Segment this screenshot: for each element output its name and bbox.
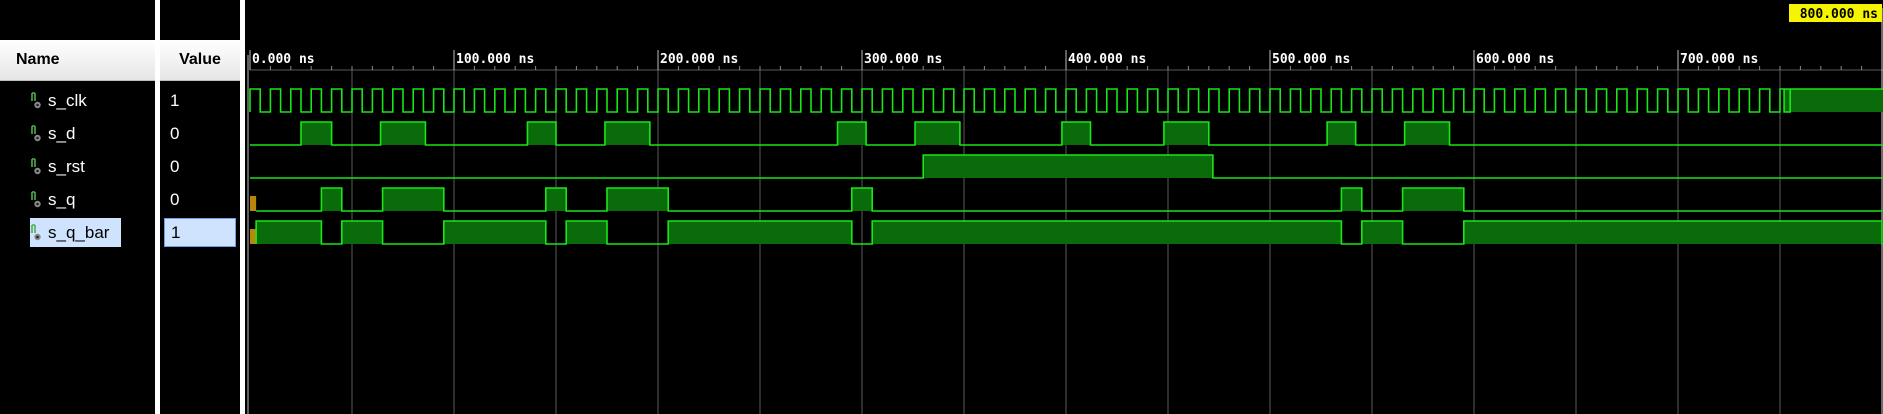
- signal-name-label: s_clk: [48, 91, 87, 110]
- waveform-panel[interactable]: 0.000 ns 100.000 ns 200.000 ns 300.000 ns 40…: [245, 0, 1883, 414]
- signal-name-cell[interactable]: s_d: [30, 117, 75, 150]
- signal-s_d-high-fill: [1061, 122, 1091, 145]
- signal-s_d-high-fill: [1404, 122, 1450, 145]
- signal-s_d-high-fill: [915, 122, 960, 145]
- signal-bit-icon: [31, 91, 41, 108]
- signal-value: 0: [170, 124, 180, 143]
- timeline-tick-label: 500.000 ns: [1272, 52, 1350, 67]
- signal-name-label: s_d: [48, 124, 76, 143]
- signal-bit-icon: [31, 190, 41, 207]
- timeline-tick-label: 0.000 ns: [252, 52, 315, 67]
- signal-s_q_bar-high-fill: [566, 221, 607, 244]
- signal-s_rst-high-fill: [923, 155, 1213, 178]
- value-row-s_clk[interactable]: 1: [160, 84, 240, 117]
- signal-s_q_bar-high-fill: [872, 221, 1342, 244]
- signal-s_d-high-fill: [1163, 122, 1209, 145]
- signal-value: 0: [170, 190, 180, 209]
- signal-row-s_rst[interactable]: s_rst: [0, 150, 155, 183]
- waveform-canvas[interactable]: 0.000 ns 100.000 ns 200.000 ns 300.000 ns 40…: [245, 0, 1883, 414]
- signal-s_q_bar-high-fill: [341, 221, 383, 244]
- signal-s_q_bar-high-fill: [256, 221, 322, 244]
- value-row-s_q[interactable]: 0: [160, 183, 240, 216]
- name-panel-top-strip: [0, 0, 155, 40]
- signal-name-cell[interactable]: s_q_bar: [30, 218, 122, 247]
- signal-s_q-unknown-marker: [250, 196, 257, 211]
- signal-s_q_bar-high-fill: [668, 221, 852, 244]
- signal-name-cell[interactable]: s_clk: [30, 84, 87, 117]
- signal-s_d-high-fill: [1327, 122, 1356, 145]
- signal-s_d-high-fill: [604, 122, 650, 145]
- signal-s_d-high-fill: [527, 122, 556, 145]
- signal-s_q-high-fill: [607, 188, 669, 211]
- signal-name-label: s_q: [48, 190, 76, 209]
- signal-value: 1: [170, 91, 180, 110]
- signal-s_d-high-fill: [380, 122, 426, 145]
- signal-name-cell[interactable]: s_q: [30, 183, 75, 216]
- value-panel-top-strip: [160, 0, 240, 40]
- signal-s_q-high-fill: [545, 188, 567, 211]
- signal-s_q-high-fill: [1402, 188, 1464, 211]
- name-column-header[interactable]: Name: [0, 40, 155, 81]
- signal-s_q_bar-unknown-marker: [250, 229, 257, 244]
- signal-name-panel: Name s_clk s_d s_rst s_q s_q_bar: [0, 0, 155, 414]
- value-row-s_d[interactable]: 0: [160, 117, 240, 150]
- timeline-tick-label: 400.000 ns: [1068, 52, 1146, 67]
- signal-s_clk-high-fill: [1784, 89, 1883, 112]
- signal-value: 1: [164, 218, 236, 247]
- timeline-tick-label: 100.000 ns: [456, 52, 534, 67]
- signal-s_d-high-fill: [301, 122, 332, 145]
- signal-s_q-high-fill: [321, 188, 342, 211]
- signal-s_q-high-fill: [382, 188, 444, 211]
- signal-s_q-high-fill: [1341, 188, 1362, 211]
- signal-row-s_q[interactable]: s_q: [0, 183, 155, 216]
- signal-s_q-high-fill: [851, 188, 873, 211]
- signal-name-label: s_rst: [48, 157, 85, 176]
- timeline-tick-label: 300.000 ns: [864, 52, 942, 67]
- signal-row-s_clk[interactable]: s_clk: [0, 84, 155, 117]
- timeline-tick-label: 600.000 ns: [1476, 52, 1554, 67]
- signal-value-panel: Value 1 0 0 0 1: [160, 0, 240, 414]
- time-cursor-label: 800.000 ns: [1800, 7, 1878, 22]
- signal-name-cell[interactable]: s_rst: [30, 150, 85, 183]
- signal-bit-icon: [31, 223, 41, 240]
- signal-row-s_d[interactable]: s_d: [0, 117, 155, 150]
- signal-s_q_bar-high-fill: [1463, 221, 1882, 244]
- signal-name-label: s_q_bar: [48, 223, 110, 242]
- value-row-s_q_bar[interactable]: 1: [160, 216, 240, 249]
- timeline-tick-label: 200.000 ns: [660, 52, 738, 67]
- value-column-header[interactable]: Value: [160, 40, 240, 81]
- signal-s_q_bar-high-fill: [443, 221, 546, 244]
- signal-s_d-high-fill: [837, 122, 867, 145]
- signal-value: 0: [170, 157, 180, 176]
- signal-bit-icon: [31, 124, 41, 141]
- signal-row-s_q_bar[interactable]: s_q_bar: [0, 216, 155, 249]
- value-row-s_rst[interactable]: 0: [160, 150, 240, 183]
- timeline-tick-label: 700.000 ns: [1680, 52, 1758, 67]
- signal-s_q_bar-high-fill: [1361, 221, 1403, 244]
- signal-bit-icon: [31, 157, 41, 174]
